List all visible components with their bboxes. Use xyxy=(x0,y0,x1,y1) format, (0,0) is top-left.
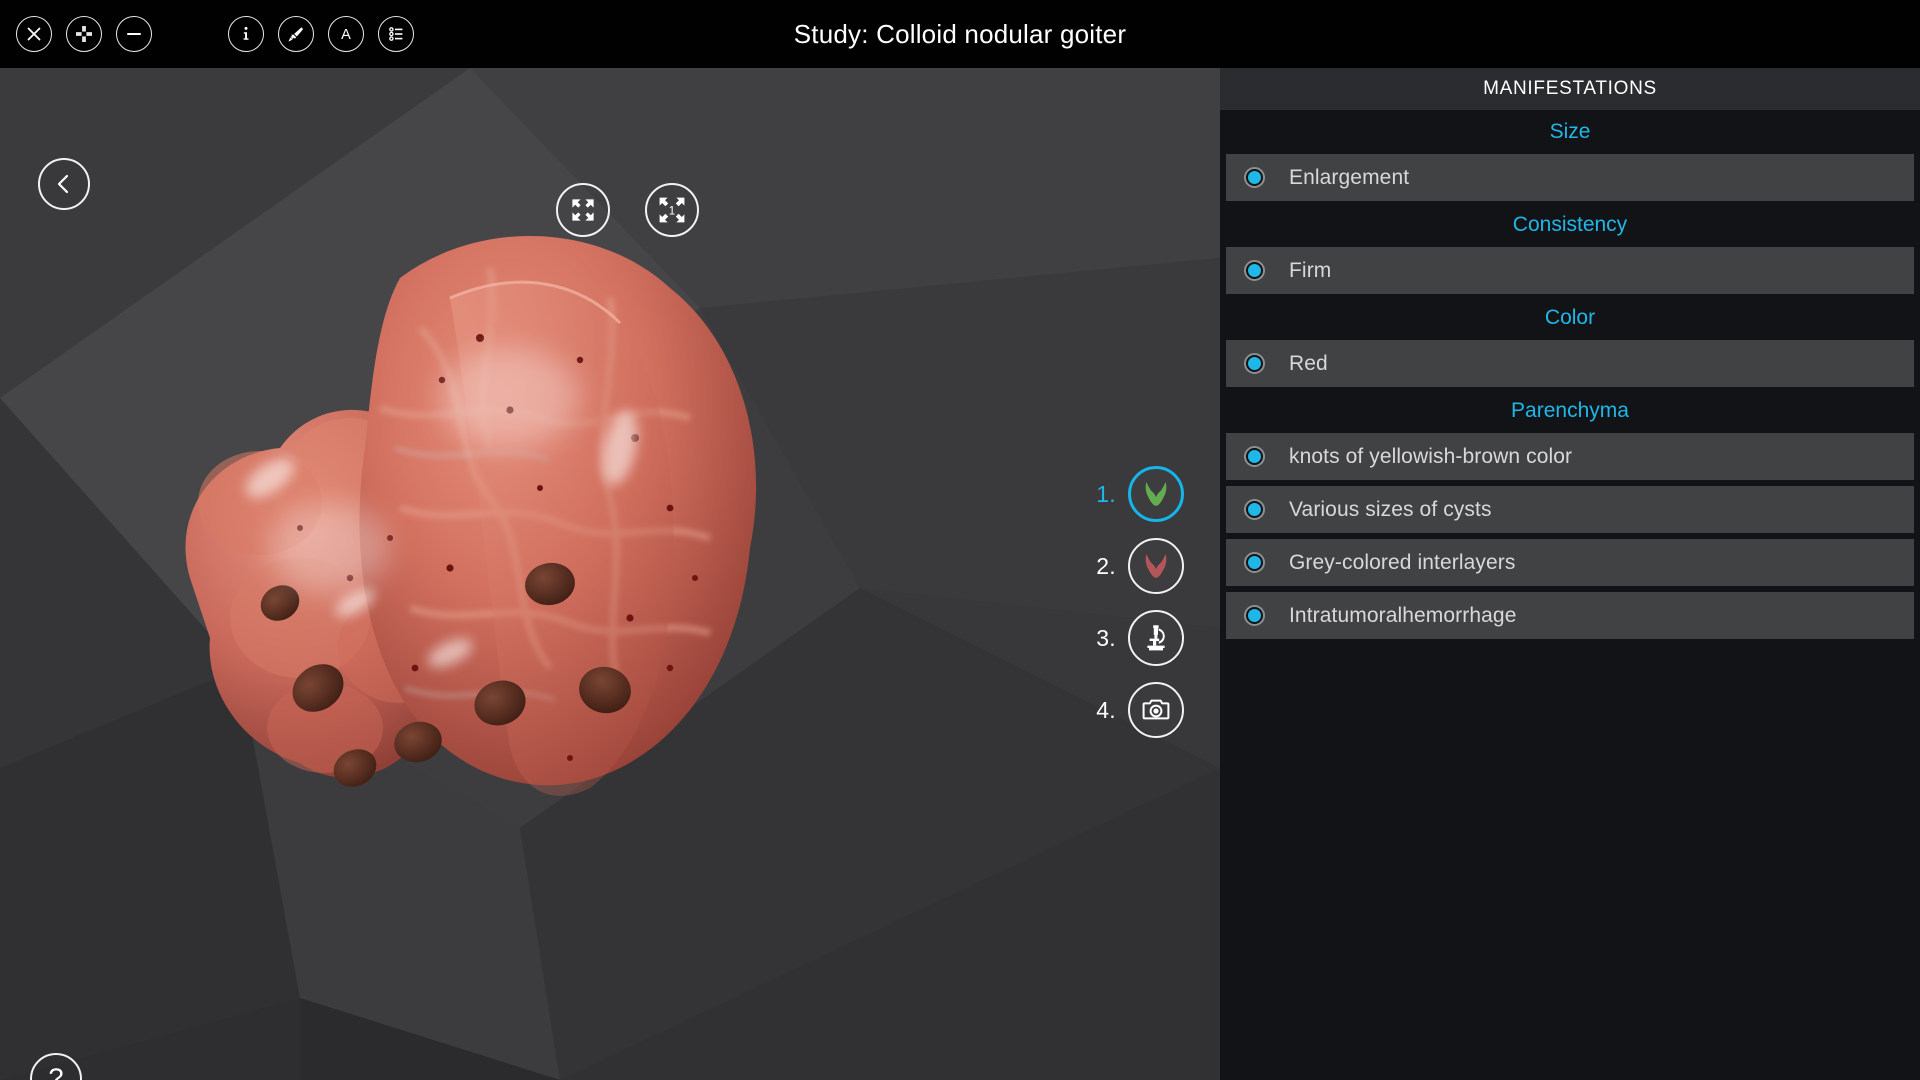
section-title: Color xyxy=(1220,296,1920,340)
step-item-1[interactable]: 1. xyxy=(1090,466,1184,522)
step-number: 1. xyxy=(1096,480,1116,507)
minimize-icon[interactable] xyxy=(116,16,152,52)
help-label: ? xyxy=(48,1062,64,1080)
expand-arrows-icon xyxy=(572,199,594,221)
radio-icon[interactable] xyxy=(1244,499,1265,520)
step-item-3[interactable]: 3. xyxy=(1090,610,1184,666)
step-number: 3. xyxy=(1096,624,1116,651)
list-item[interactable]: Red xyxy=(1226,340,1914,387)
list-item[interactable]: Intratumoralhemorrhage xyxy=(1226,592,1914,639)
titlebar-tools: A xyxy=(228,16,414,52)
list-item[interactable]: Grey-colored interlayers xyxy=(1226,539,1914,586)
model-viewport[interactable]: 1 ? 1. 2. 3. 4. xyxy=(0,68,1220,1080)
expand-view-button[interactable] xyxy=(556,183,610,237)
radio-icon[interactable] xyxy=(1244,167,1265,188)
section-title: Size xyxy=(1220,110,1920,154)
step-number: 2. xyxy=(1096,552,1116,579)
section-color: Color Red xyxy=(1220,296,1920,389)
radio-icon[interactable] xyxy=(1244,605,1265,626)
svg-text:A: A xyxy=(341,27,351,43)
manifestations-panel: MANIFESTATIONS Size Enlargement Consiste… xyxy=(1220,68,1920,1080)
list-item-label: knots of yellowish-brown color xyxy=(1289,444,1573,468)
step-item-2[interactable]: 2. xyxy=(1090,538,1184,594)
step-rail: 1. 2. 3. 4. xyxy=(1090,466,1184,738)
section-consistency: Consistency Firm xyxy=(1220,203,1920,296)
chevron-left-icon xyxy=(57,174,69,194)
list-item-label: Intratumoralhemorrhage xyxy=(1289,603,1517,627)
section-title: Parenchyma xyxy=(1220,389,1920,433)
reset-view-button[interactable]: 1 xyxy=(645,183,699,237)
list-item-label: Grey-colored interlayers xyxy=(1289,550,1516,574)
reset-value-label: 1 xyxy=(669,205,675,217)
section-parenchyma: Parenchyma knots of yellowish-brown colo… xyxy=(1220,389,1920,641)
step-number: 4. xyxy=(1096,696,1116,723)
list-item[interactable]: Enlargement xyxy=(1226,154,1914,201)
info-icon[interactable] xyxy=(228,16,264,52)
section-title: Consistency xyxy=(1220,203,1920,247)
annotation-icon[interactable]: A xyxy=(328,16,364,52)
list-item[interactable]: knots of yellowish-brown color xyxy=(1226,433,1914,480)
thyroid-red-icon[interactable] xyxy=(1128,538,1184,594)
list-item[interactable]: Firm xyxy=(1226,247,1914,294)
titlebar-controls: A xyxy=(8,0,414,68)
camera-icon[interactable] xyxy=(1128,682,1184,738)
list-item-label: Red xyxy=(1289,351,1328,375)
list-item-label: Enlargement xyxy=(1289,165,1410,189)
list-item-label: Firm xyxy=(1289,258,1332,282)
microscope-icon[interactable] xyxy=(1128,610,1184,666)
close-icon[interactable] xyxy=(16,16,52,52)
radio-icon[interactable] xyxy=(1244,353,1265,374)
panel-title: MANIFESTATIONS xyxy=(1220,68,1920,110)
fullscreen-icon[interactable] xyxy=(66,16,102,52)
thyroid-green-icon[interactable] xyxy=(1128,466,1184,522)
step-item-4[interactable]: 4. xyxy=(1090,682,1184,738)
brush-icon[interactable] xyxy=(278,16,314,52)
title-bar: A Study: Colloid nodular goiter xyxy=(0,0,1920,68)
background-facets xyxy=(0,68,1220,1080)
radio-icon[interactable] xyxy=(1244,446,1265,467)
list-item[interactable]: Various sizes of cysts xyxy=(1226,486,1914,533)
application-window: A Study: Colloid nodular goiter 1 ? 1. 2… xyxy=(0,0,1920,1080)
radio-icon[interactable] xyxy=(1244,260,1265,281)
list-item-label: Various sizes of cysts xyxy=(1289,497,1492,521)
collapse-arrows-icon: 1 xyxy=(659,197,685,223)
list-icon[interactable] xyxy=(378,16,414,52)
section-size: Size Enlargement xyxy=(1220,110,1920,203)
radio-icon[interactable] xyxy=(1244,552,1265,573)
back-button[interactable] xyxy=(38,158,90,210)
